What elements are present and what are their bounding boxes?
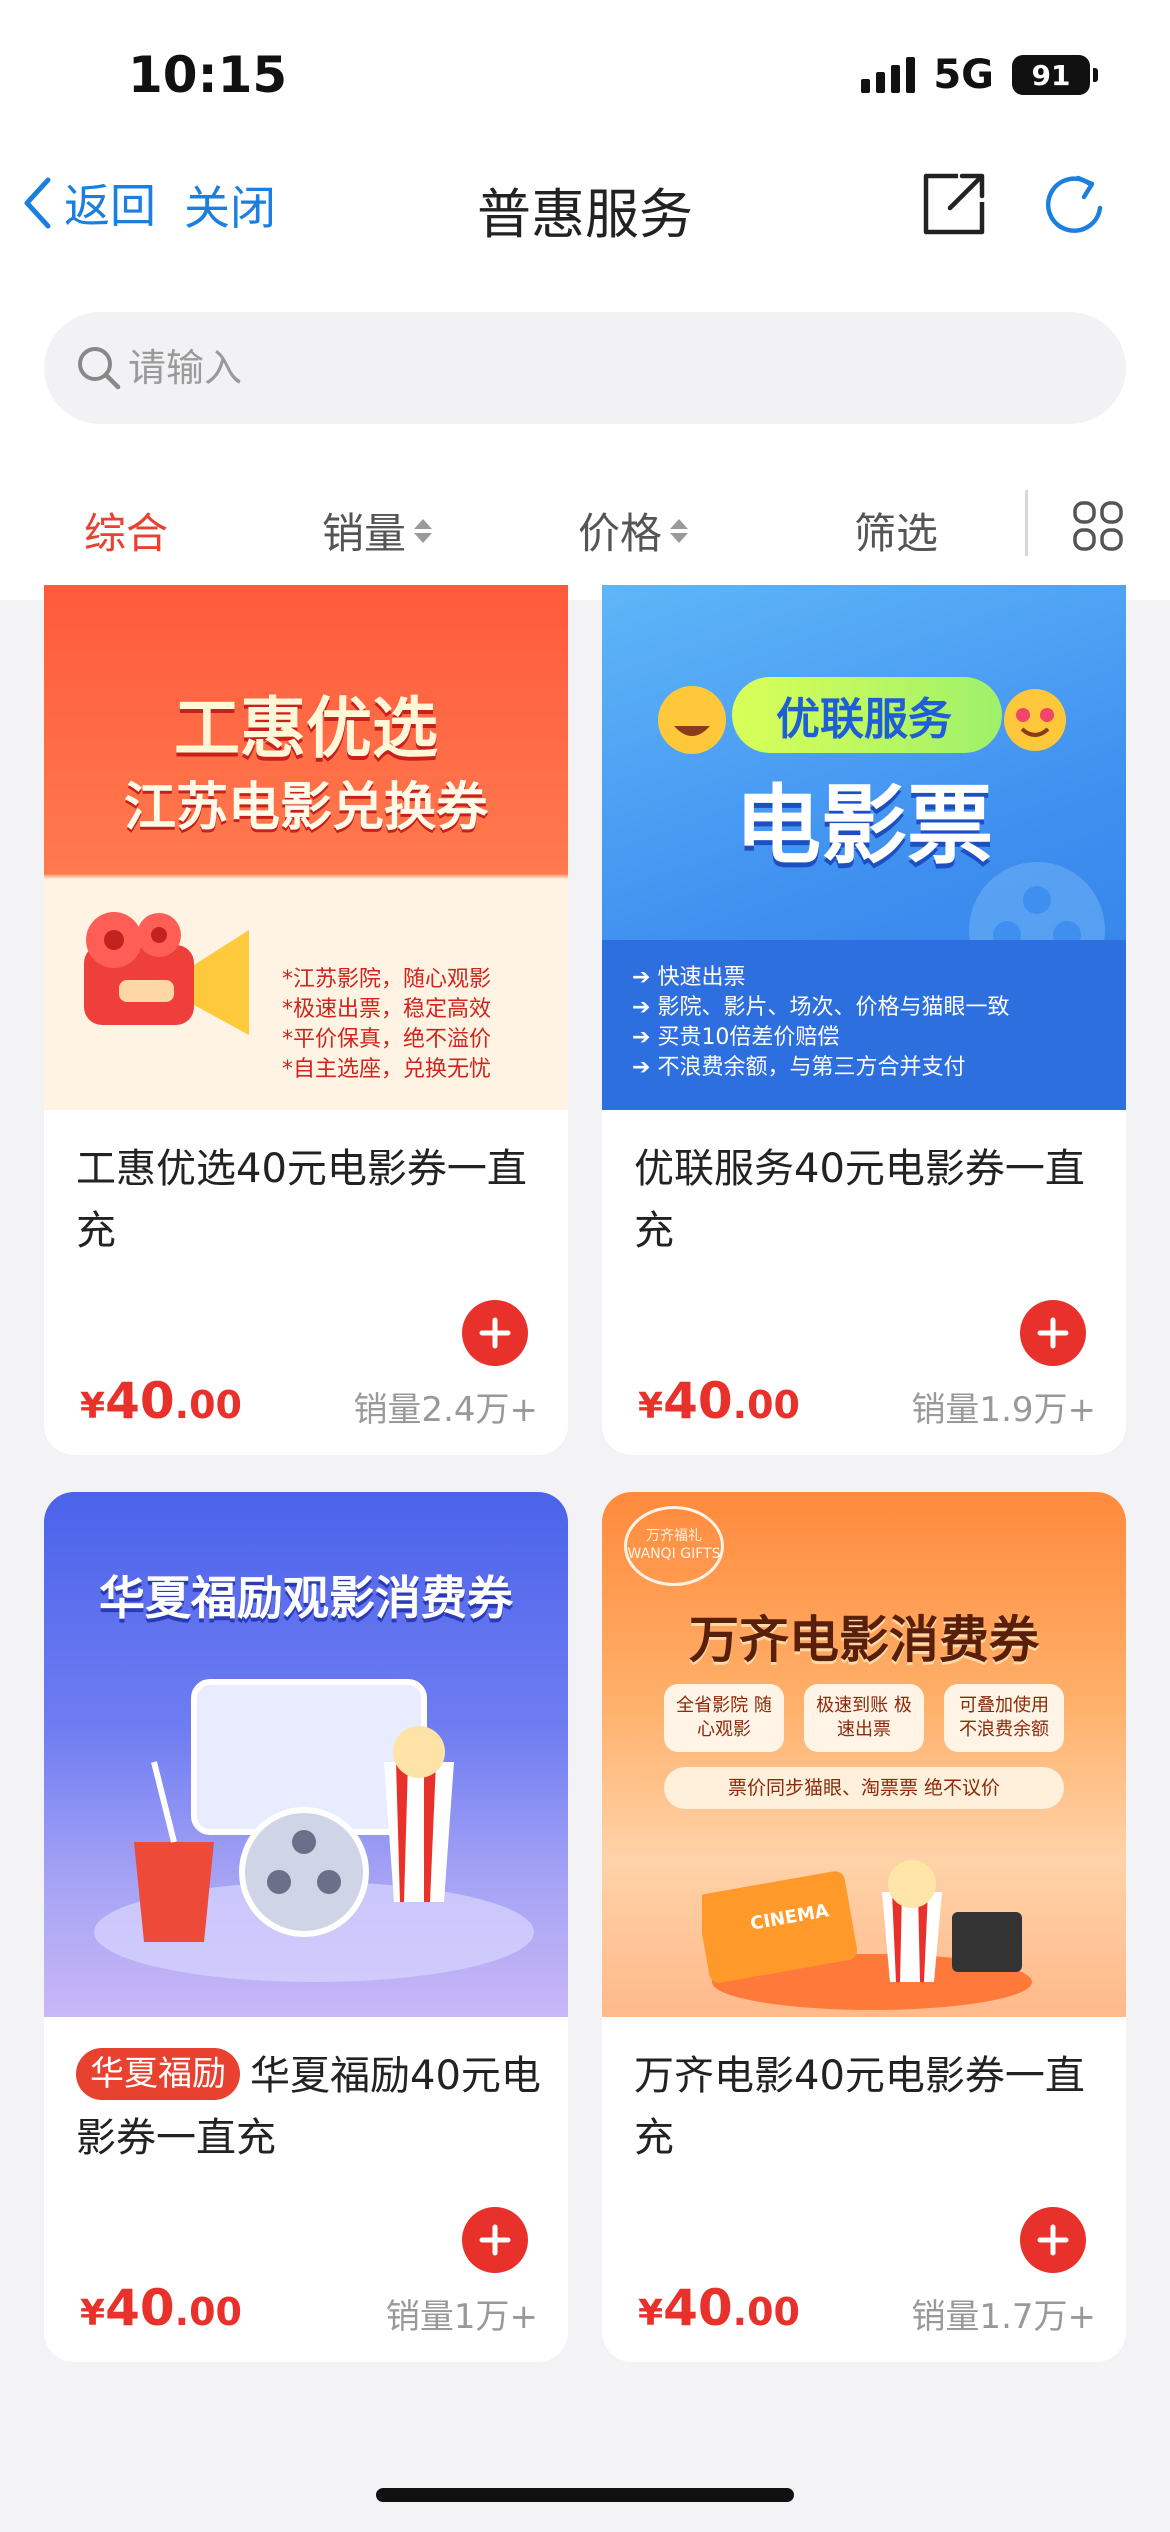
banner-line2: 江苏电影兑换券 — [123, 778, 488, 838]
grid-view-icon[interactable] — [1072, 500, 1124, 552]
add-to-cart-button[interactable] — [1020, 2207, 1086, 2273]
wanqi-logo: 万齐福礼 WANQI GIFTS — [624, 1506, 724, 1586]
sort-arrows-icon — [670, 518, 689, 543]
product-price: ¥40.00 — [80, 2279, 242, 2337]
banner-bullet: *平价保真，绝不溢价 — [282, 1027, 492, 1052]
banner-bullet: ➔ 买贵10倍差价赔偿 — [632, 1025, 840, 1050]
brand-tag: 华夏福励 — [76, 2048, 240, 2100]
banner-note: 票价同步猫眼、淘票票 绝不议价 — [664, 1767, 1064, 1809]
product-card[interactable]: 优联服务 电影票 ➔ 快速出票 ➔ 影院、影片、场次、价格与猫眼一致 ➔ 买贵1… — [602, 585, 1126, 1455]
sales-count: 销量2.4万+ — [353, 1390, 538, 1430]
feature-list: 全省影院 随心观影 极速到账 极速出票 可叠加使用 不浪费余额 — [664, 1684, 1064, 1752]
tab-comprehensive[interactable]: 综合 — [84, 500, 168, 561]
product-banner-wanqi: 万齐福礼 WANQI GIFTS 万齐电影消费券 全省影院 随心观影 极速到账 … — [602, 1492, 1126, 2017]
tab-divider — [1025, 490, 1028, 556]
ticket-popcorn-icon — [702, 1860, 1032, 2010]
laughing-emoji-icon — [658, 686, 726, 754]
banner-line1: 华夏福励观影消费券 — [99, 1571, 513, 1625]
price-decimal: .00 — [732, 1383, 800, 1427]
product-card[interactable]: 万齐福礼 WANQI GIFTS 万齐电影消费券 全省影院 随心观影 极速到账 … — [602, 1492, 1126, 2362]
tab-sales[interactable]: 销量 — [322, 500, 433, 561]
banner-line1: 万齐电影消费券 — [689, 1611, 1039, 1669]
search-bar[interactable] — [44, 312, 1126, 424]
price-symbol: ¥ — [638, 2293, 664, 2334]
price-integer: 40 — [663, 1372, 733, 1430]
product-price: ¥40.00 — [638, 2279, 800, 2337]
sort-arrows-icon — [414, 518, 433, 543]
heart-eyes-emoji-icon — [1004, 689, 1066, 751]
product-title: 华夏福励 华夏福励40元电影券一直充 — [76, 2045, 546, 2169]
product-price: ¥40.00 — [638, 1372, 800, 1430]
feature-badge: 可叠加使用 不浪费余额 — [944, 1684, 1064, 1752]
plus-icon — [1037, 2224, 1069, 2256]
sort-tabs: 综合 销量 价格 筛选 — [0, 490, 1170, 570]
add-to-cart-button[interactable] — [462, 2207, 528, 2273]
price-decimal: .00 — [174, 2290, 242, 2334]
sales-count: 销量1万+ — [385, 2297, 538, 2337]
product-banner-huaxia: 华夏福励观影消费券 — [44, 1492, 568, 2017]
product-card[interactable]: 华夏福励观影消费券 华夏福励 华夏福励40元电影券一直充 ¥40.00 销量1万+ — [44, 1492, 568, 2362]
share-icon[interactable] — [918, 168, 990, 240]
tab-sales-label: 销量 — [322, 509, 407, 558]
page-title: 普惠服务 — [477, 183, 693, 246]
banner-bullet: *极速出票，稳定高效 — [282, 997, 492, 1022]
tab-price-label: 价格 — [578, 509, 663, 558]
product-banner-youlian: 优联服务 电影票 ➔ 快速出票 ➔ 影院、影片、场次、价格与猫眼一致 ➔ 买贵1… — [602, 585, 1126, 1110]
product-title: 工惠优选40元电影券一直充 — [76, 1146, 527, 1254]
price-decimal: .00 — [174, 1383, 242, 1427]
home-indicator[interactable] — [376, 2488, 794, 2502]
feature-badge: 极速到账 极速出票 — [804, 1684, 924, 1752]
network-label: 5G — [933, 52, 994, 98]
add-to-cart-button[interactable] — [462, 1300, 528, 1366]
price-decimal: .00 — [732, 2290, 800, 2334]
plus-icon — [479, 2224, 511, 2256]
projector-icon — [84, 912, 249, 1035]
price-integer: 40 — [663, 2279, 733, 2337]
price-integer: 40 — [105, 2279, 175, 2337]
battery-icon: 91 — [1012, 55, 1098, 95]
banner-bullets: *江苏影院，随心观影 *极速出票，稳定高效 *平价保真，绝不溢价 *自主选座，兑… — [282, 965, 491, 1085]
tab-price[interactable]: 价格 — [578, 500, 689, 561]
price-symbol: ¥ — [80, 2293, 106, 2334]
card-info: 优联服务40元电影券一直充 ¥40.00 销量1.9万+ — [602, 1110, 1126, 1455]
signal-icon — [861, 57, 916, 93]
product-card[interactable]: 工惠优选 江苏电影兑换券 *江苏影院，随心观影 *极速出票，稳定高效 *平价保真… — [44, 585, 568, 1455]
search-icon — [78, 347, 121, 390]
product-title: 万齐电影40元电影券一直充 — [634, 2053, 1085, 2161]
banner-bullet: *自主选座，兑换无忧 — [282, 1057, 492, 1082]
price-integer: 40 — [105, 1372, 175, 1430]
product-banner-gongh: 工惠优选 江苏电影兑换券 *江苏影院，随心观影 *极速出票，稳定高效 *平价保真… — [44, 585, 568, 1110]
product-title: 优联服务40元电影券一直充 — [634, 1146, 1085, 1254]
search-input[interactable] — [128, 346, 1028, 390]
tab-comprehensive-label: 综合 — [84, 509, 169, 558]
banner-bullets: ➔ 快速出票 ➔ 影院、影片、场次、价格与猫眼一致 ➔ 买贵10倍差价赔偿 ➔ … — [632, 963, 1009, 1083]
sales-count: 销量1.9万+ — [911, 1390, 1096, 1430]
status-time: 10:15 — [128, 46, 288, 104]
plus-icon — [1037, 1317, 1069, 1349]
tab-filter-label: 筛选 — [854, 509, 939, 558]
card-info: 华夏福励 华夏福励40元电影券一直充 ¥40.00 销量1万+ — [44, 2017, 568, 2362]
card-info: 工惠优选40元电影券一直充 ¥40.00 销量2.4万+ — [44, 1110, 568, 1455]
plus-icon — [479, 1317, 511, 1349]
refresh-icon[interactable] — [1040, 170, 1110, 240]
price-symbol: ¥ — [638, 1386, 664, 1427]
sales-count: 销量1.7万+ — [911, 2297, 1096, 2337]
tab-filter[interactable]: 筛选 — [854, 500, 938, 561]
banner-bullet: ➔ 影院、影片、场次、价格与猫眼一致 — [632, 995, 1010, 1020]
status-indicators: 5G 91 — [861, 52, 1098, 98]
add-to-cart-button[interactable] — [1020, 1300, 1086, 1366]
price-symbol: ¥ — [80, 1386, 106, 1427]
banner-bullet: ➔ 不浪费余额，与第三方合并支付 — [632, 1055, 966, 1080]
cinema-scene-icon — [94, 1679, 534, 1982]
card-info: 万齐电影40元电影券一直充 ¥40.00 销量1.7万+ — [602, 2017, 1126, 2362]
banner-bullet: ➔ 快速出票 — [632, 965, 746, 990]
banner-bullet: *江苏影院，随心观影 — [282, 967, 492, 992]
banner-line1: 工惠优选 — [174, 690, 438, 767]
feature-badge: 全省影院 随心观影 — [664, 1684, 784, 1752]
product-price: ¥40.00 — [80, 1372, 242, 1430]
